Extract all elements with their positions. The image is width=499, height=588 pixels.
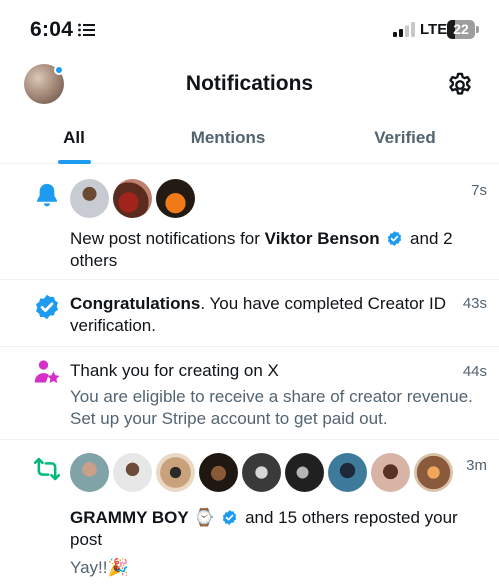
signal-icon <box>393 22 415 37</box>
repost-icon <box>33 457 61 481</box>
avatar[interactable] <box>199 453 238 492</box>
verified-badge-icon <box>388 231 402 246</box>
verified-badge-icon <box>223 510 237 525</box>
battery-level: 22 <box>453 21 469 37</box>
status-bar: 6:04 LTE 22 <box>0 0 499 58</box>
battery-icon: 22 <box>447 20 479 39</box>
avatar-group <box>70 179 200 219</box>
notification-title: Thank you for creating on X <box>70 361 279 380</box>
avatar[interactable] <box>414 453 453 492</box>
notification-time: 43s <box>462 295 487 312</box>
notification-text: GRAMMY BOY ⌚ and 15 others reposted your <box>70 507 458 529</box>
notification-time: 7s <box>471 182 487 199</box>
avatar[interactable] <box>371 453 410 492</box>
network-type: LTE <box>420 21 448 38</box>
post-preview[interactable]: Yay!!🎉 <box>70 557 129 579</box>
tab-bar: All Mentions Verified <box>0 118 499 164</box>
tab-all-label: All <box>63 128 85 147</box>
header: Notifications <box>0 58 499 110</box>
tab-verified[interactable]: Verified <box>350 118 460 164</box>
notification-sub-line1: You are eligible to receive a share of c… <box>70 387 473 406</box>
status-time: 6:04 <box>30 18 74 41</box>
active-tab-indicator <box>58 160 91 164</box>
text-prefix: New post notifications for <box>70 229 265 248</box>
avatar-group <box>70 453 460 493</box>
avatar[interactable] <box>285 453 324 492</box>
tab-mentions[interactable]: Mentions <box>168 118 288 164</box>
notification-text-line2: verification. <box>70 316 156 335</box>
avatar[interactable] <box>113 453 152 492</box>
notification-title: Congratulations <box>70 294 201 313</box>
avatar[interactable] <box>70 179 109 218</box>
list-icon <box>78 23 95 37</box>
notification-text: New post notifications for Viktor Benson… <box>70 228 453 250</box>
notification-creator-revenue[interactable]: 44s Thank you for creating on X You are … <box>0 348 499 440</box>
notification-creator-id[interactable]: 43s Congratulations. You have completed … <box>0 281 499 347</box>
avatar[interactable] <box>70 453 109 492</box>
user-name[interactable]: GRAMMY BOY <box>70 508 189 527</box>
notification-time: 44s <box>462 363 487 380</box>
text-suffix: and 15 others reposted your <box>240 508 458 527</box>
avatar[interactable] <box>242 453 281 492</box>
tab-all[interactable]: All <box>40 118 108 164</box>
user-name[interactable]: Viktor Benson <box>265 229 380 248</box>
tab-mentions-label: Mentions <box>190 128 266 147</box>
notification-text-line2: others <box>70 251 118 270</box>
avatar[interactable] <box>328 453 367 492</box>
text-line1: . You have completed Creator ID <box>200 294 447 313</box>
notification-sub-line2: Set up your Stripe account to get paid o… <box>70 409 388 428</box>
gear-icon[interactable] <box>446 71 474 99</box>
text-suffix: and 2 <box>405 229 453 248</box>
avatar[interactable] <box>156 179 195 218</box>
bell-icon <box>37 183 57 207</box>
notification-text-line2: post <box>70 530 103 549</box>
page-title: Notifications <box>185 72 314 95</box>
verified-badge-icon <box>36 294 58 320</box>
notification-time: 3m <box>466 457 487 474</box>
tab-verified-label: Verified <box>374 128 436 147</box>
watch-emoji: ⌚ <box>193 508 215 527</box>
avatar[interactable] <box>156 453 195 492</box>
notification-repost[interactable]: 3m GRAMMY BOY ⌚ and 15 others reposted y… <box>0 441 499 588</box>
avatar[interactable] <box>113 179 152 218</box>
creator-star-icon <box>34 360 60 383</box>
notification-new-posts[interactable]: 7s New post notifications for Viktor Ben… <box>0 165 499 280</box>
notification-text: Congratulations. You have completed Crea… <box>70 293 446 315</box>
